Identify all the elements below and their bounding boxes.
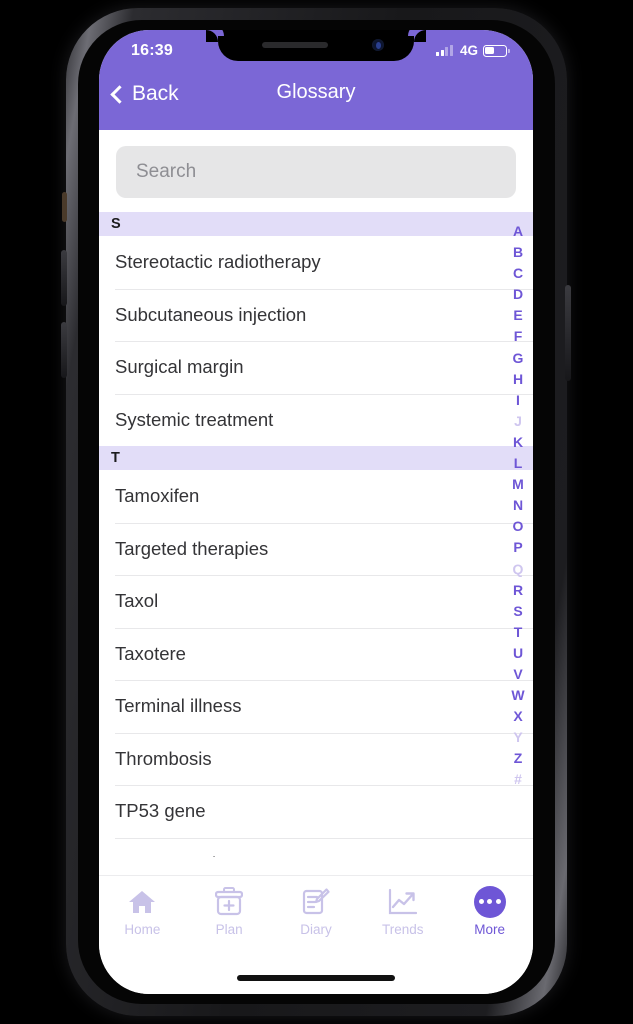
- index-letter[interactable]: L: [503, 453, 533, 474]
- tab-label: Plan: [215, 922, 243, 937]
- index-letter[interactable]: G: [503, 348, 533, 369]
- index-letter[interactable]: U: [503, 643, 533, 664]
- tab-label: Home: [124, 922, 161, 937]
- power-button[interactable]: [565, 285, 571, 381]
- volume-up-button[interactable]: [61, 250, 67, 306]
- search-input[interactable]: [136, 161, 496, 183]
- list-item[interactable]: Targeted therapies: [99, 522, 533, 576]
- index-letter[interactable]: Q: [503, 559, 533, 580]
- index-letter[interactable]: R: [503, 580, 533, 601]
- list-item[interactable]: Subcutaneous injection: [99, 288, 533, 342]
- list-item[interactable]: Terminal illness: [99, 680, 533, 733]
- tab-plan[interactable]: Plan: [186, 886, 273, 937]
- ellipsis-icon: [473, 885, 507, 918]
- front-camera: [372, 39, 384, 51]
- index-letter[interactable]: J: [503, 411, 533, 432]
- list-item[interactable]: Stereotactic radiotherapy: [99, 236, 533, 289]
- glossary-list[interactable]: S Stereotactic radiotherapy Subcutaneous i…: [99, 212, 533, 857]
- app-header: 16:39 4G Back Glossary: [99, 30, 533, 130]
- tab-diary[interactable]: Diary: [273, 886, 360, 937]
- index-letter[interactable]: O: [503, 516, 533, 537]
- earpiece-speaker: [262, 42, 328, 48]
- list-item[interactable]: Surgical margin: [99, 341, 533, 394]
- tab-label: Trends: [382, 922, 424, 937]
- tab-more[interactable]: More: [446, 885, 533, 937]
- tab-home[interactable]: Home: [99, 886, 186, 937]
- glossary-list-body: S Stereotactic radiotherapy Subcutaneous i…: [99, 212, 533, 857]
- list-item[interactable]: Tamoxifen: [99, 470, 533, 523]
- index-letter[interactable]: M: [503, 474, 533, 495]
- index-letter[interactable]: E: [503, 305, 533, 326]
- index-letter[interactable]: K: [503, 432, 533, 453]
- index-letter[interactable]: S: [503, 601, 533, 622]
- tab-trends[interactable]: Trends: [359, 886, 446, 937]
- index-letter[interactable]: Y: [503, 727, 533, 748]
- index-letter[interactable]: C: [503, 263, 533, 284]
- index-letter[interactable]: #: [503, 769, 533, 790]
- line-chart-icon: [386, 886, 420, 917]
- tab-label: Diary: [300, 922, 332, 937]
- index-letter[interactable]: F: [503, 326, 533, 347]
- index-letter[interactable]: H: [503, 369, 533, 390]
- search-bar[interactable]: [116, 146, 516, 198]
- index-letter[interactable]: I: [503, 390, 533, 411]
- index-letter[interactable]: W: [503, 685, 533, 706]
- alphabet-index[interactable]: A B C D E F G H I J K L M N O P Q R S T U V W X Y Z #: [503, 212, 533, 857]
- status-indicators: 4G: [436, 43, 510, 58]
- list-item[interactable]: Systemic treatment: [99, 393, 533, 447]
- section-header: S: [99, 212, 533, 236]
- calendar-plus-icon: [212, 886, 246, 917]
- index-letter[interactable]: P: [503, 537, 533, 558]
- device-notch: [206, 30, 426, 61]
- navigation-bar: Back Glossary: [99, 78, 533, 130]
- section-header: T: [99, 446, 533, 470]
- index-letter[interactable]: B: [503, 242, 533, 263]
- list-item[interactable]: Trastuzumab: [99, 837, 533, 857]
- search-section: [99, 130, 533, 212]
- list-item[interactable]: Thrombosis: [99, 732, 533, 786]
- home-icon: [125, 886, 159, 917]
- list-item[interactable]: TP53 gene: [99, 785, 533, 838]
- tab-label: More: [474, 922, 505, 937]
- index-letter[interactable]: A: [503, 221, 533, 242]
- signal-strength-icon: [436, 45, 453, 56]
- list-item[interactable]: Taxotere: [99, 627, 533, 681]
- index-letter[interactable]: N: [503, 495, 533, 516]
- screenshot-stage: 16:39 4G Back Glossary Search S Stereota…: [0, 0, 633, 1024]
- silent-switch[interactable]: [62, 192, 67, 222]
- network-type-label: 4G: [459, 43, 478, 58]
- status-time: 16:39: [131, 42, 173, 59]
- list-item[interactable]: Taxol: [99, 575, 533, 628]
- index-letter[interactable]: V: [503, 664, 533, 685]
- page-title: Glossary: [276, 81, 356, 103]
- index-letter[interactable]: D: [503, 284, 533, 305]
- phone-screen: 16:39 4G Back Glossary Search S Stereota…: [99, 30, 533, 994]
- home-indicator: [237, 975, 395, 981]
- volume-down-button[interactable]: [61, 322, 67, 378]
- index-letter[interactable]: T: [503, 622, 533, 643]
- battery-icon: [483, 44, 510, 57]
- index-letter[interactable]: X: [503, 706, 533, 727]
- index-letter[interactable]: Z: [503, 748, 533, 769]
- note-pencil-icon: [299, 886, 333, 917]
